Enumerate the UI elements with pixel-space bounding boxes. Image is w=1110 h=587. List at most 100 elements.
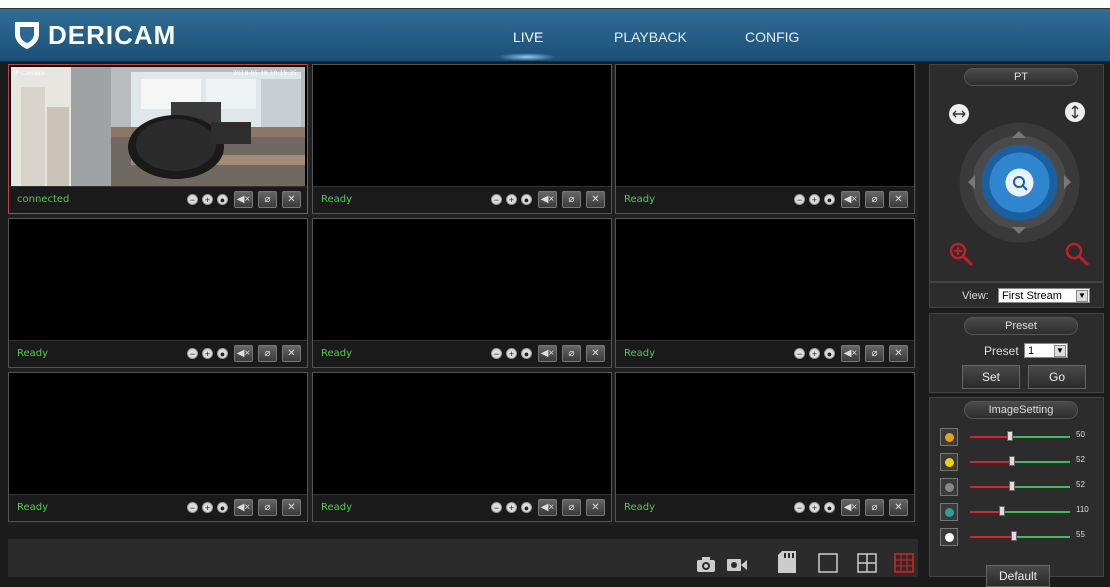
contrast-slider-track[interactable]: [970, 461, 1070, 463]
settings-tools-icon[interactable]: ✕: [889, 191, 908, 208]
camera-control-bar: Ready − + ● ◀× ⌀ ✕: [313, 494, 611, 521]
zoom-out-lens-icon[interactable]: [1064, 241, 1090, 267]
camera-cell-7[interactable]: Ready − + ● ◀× ⌀ ✕: [8, 372, 308, 522]
nav-playback[interactable]: PLAYBACK: [614, 29, 687, 45]
mic-off-icon[interactable]: ⌀: [562, 191, 581, 208]
contrast-slider-thumb[interactable]: [1009, 456, 1015, 466]
vertical-patrol-icon[interactable]: [1064, 101, 1086, 123]
camera-grid: IP Camera 2018-05-18 10:19:35 connected …: [8, 64, 918, 526]
settings-tools-icon[interactable]: ✕: [282, 191, 301, 208]
camera-cell-2[interactable]: Ready − + ● ◀× ⌀ ✕: [312, 64, 612, 214]
mute-icon[interactable]: ◀×: [841, 345, 860, 362]
camera-cell-6[interactable]: Ready − + ● ◀× ⌀ ✕: [615, 218, 915, 368]
zoom-in-lens-icon[interactable]: [948, 241, 974, 267]
zoom-in-icon[interactable]: +: [506, 348, 517, 359]
bottom-toolbar: [8, 539, 918, 577]
mute-icon[interactable]: ◀×: [841, 191, 860, 208]
mic-off-icon[interactable]: ⌀: [865, 499, 884, 516]
zoom-in-icon[interactable]: +: [202, 502, 213, 513]
mic-off-icon[interactable]: ⌀: [865, 191, 884, 208]
record-dot-icon[interactable]: ●: [824, 502, 835, 513]
mic-off-icon[interactable]: ⌀: [562, 345, 581, 362]
zoom-in-icon[interactable]: +: [809, 502, 820, 513]
camera-feed[interactable]: IP Camera 2018-05-18 10:19:35: [11, 67, 305, 187]
single-view-layout-icon[interactable]: [818, 553, 838, 573]
settings-tools-icon[interactable]: ✕: [586, 499, 605, 516]
zoom-in-icon[interactable]: +: [809, 348, 820, 359]
nav-live[interactable]: LIVE: [513, 29, 543, 45]
zoom-out-icon[interactable]: −: [491, 194, 502, 205]
record-dot-icon[interactable]: ●: [521, 502, 532, 513]
record-dot-icon[interactable]: ●: [217, 194, 228, 205]
nav-config[interactable]: CONFIG: [745, 29, 799, 45]
record-dot-icon[interactable]: ●: [824, 194, 835, 205]
record-video-icon[interactable]: [726, 557, 748, 573]
mute-icon[interactable]: ◀×: [841, 499, 860, 516]
camera-cell-3[interactable]: Ready − + ● ◀× ⌀ ✕: [615, 64, 915, 214]
record-dot-icon[interactable]: ●: [824, 348, 835, 359]
mic-off-icon[interactable]: ⌀: [258, 345, 277, 362]
zoom-out-icon[interactable]: −: [491, 348, 502, 359]
mute-icon[interactable]: ◀×: [234, 345, 253, 362]
camera-control-bar: Ready − + ● ◀× ⌀ ✕: [616, 186, 914, 213]
zoom-in-icon[interactable]: +: [202, 194, 213, 205]
settings-tools-icon[interactable]: ✕: [889, 345, 908, 362]
preset-set-button[interactable]: Set: [962, 365, 1020, 389]
zoom-out-icon[interactable]: −: [794, 502, 805, 513]
camera-cell-8[interactable]: Ready − + ● ◀× ⌀ ✕: [312, 372, 612, 522]
nine-view-layout-icon[interactable]: [894, 553, 914, 573]
zoom-out-icon[interactable]: −: [491, 502, 502, 513]
zoom-in-icon[interactable]: +: [809, 194, 820, 205]
camera-cell-9[interactable]: Ready − + ● ◀× ⌀ ✕: [615, 372, 915, 522]
zoom-in-icon[interactable]: +: [202, 348, 213, 359]
saturation-slider-thumb[interactable]: [1009, 481, 1015, 491]
mute-icon[interactable]: ◀×: [234, 191, 253, 208]
zoom-out-icon[interactable]: −: [794, 348, 805, 359]
brightness-slider-thumb[interactable]: [1007, 431, 1013, 441]
record-dot-icon[interactable]: ●: [521, 194, 532, 205]
ptz-joystick[interactable]: [959, 122, 1080, 243]
record-dot-icon[interactable]: ●: [521, 348, 532, 359]
browser-strip: [0, 0, 1110, 9]
zoom-out-icon[interactable]: −: [187, 502, 198, 513]
zoom-in-icon[interactable]: +: [506, 194, 517, 205]
zoom-in-icon[interactable]: +: [506, 502, 517, 513]
record-dot-icon[interactable]: ●: [217, 502, 228, 513]
zoom-out-icon[interactable]: −: [794, 194, 805, 205]
zoom-out-icon[interactable]: −: [187, 348, 198, 359]
saturation-slider-track[interactable]: [970, 486, 1070, 488]
sd-card-icon[interactable]: [778, 551, 796, 573]
hue-slider-track[interactable]: [970, 511, 1070, 513]
brightness-slider-track[interactable]: [970, 436, 1070, 438]
settings-tools-icon[interactable]: ✕: [282, 345, 301, 362]
settings-tools-icon[interactable]: ✕: [282, 499, 301, 516]
settings-tools-icon[interactable]: ✕: [889, 499, 908, 516]
quad-view-layout-icon[interactable]: [857, 553, 877, 573]
mic-off-icon[interactable]: ⌀: [258, 499, 277, 516]
settings-tools-icon[interactable]: ✕: [586, 191, 605, 208]
record-dot-icon[interactable]: ●: [217, 348, 228, 359]
preset-number-select[interactable]: 1 ▼: [1024, 343, 1068, 358]
mute-icon[interactable]: ◀×: [538, 499, 557, 516]
sharpness-slider-thumb[interactable]: [1011, 531, 1017, 541]
camera-cell-5[interactable]: Ready − + ● ◀× ⌀ ✕: [312, 218, 612, 368]
mic-off-icon[interactable]: ⌀: [562, 499, 581, 516]
mic-off-icon[interactable]: ⌀: [865, 345, 884, 362]
mic-off-icon[interactable]: ⌀: [258, 191, 277, 208]
mute-icon[interactable]: ◀×: [234, 499, 253, 516]
preset-number-value: 1: [1028, 345, 1035, 357]
camera-status: Ready: [624, 194, 656, 205]
hue-slider-thumb[interactable]: [999, 506, 1005, 516]
default-button[interactable]: Default: [986, 565, 1050, 587]
settings-tools-icon[interactable]: ✕: [586, 345, 605, 362]
snapshot-camera-icon[interactable]: [696, 557, 716, 573]
preset-go-button[interactable]: Go: [1028, 365, 1086, 389]
sharpness-slider-track[interactable]: [970, 536, 1070, 538]
camera-cell-4[interactable]: Ready − + ● ◀× ⌀ ✕: [8, 218, 308, 368]
view-stream-select[interactable]: First Stream ▼: [998, 288, 1090, 303]
feed-overlay-left: IP Camera: [14, 70, 45, 77]
zoom-out-icon[interactable]: −: [187, 194, 198, 205]
mute-icon[interactable]: ◀×: [538, 345, 557, 362]
camera-cell-1[interactable]: IP Camera 2018-05-18 10:19:35 connected …: [8, 64, 308, 214]
mute-icon[interactable]: ◀×: [538, 191, 557, 208]
